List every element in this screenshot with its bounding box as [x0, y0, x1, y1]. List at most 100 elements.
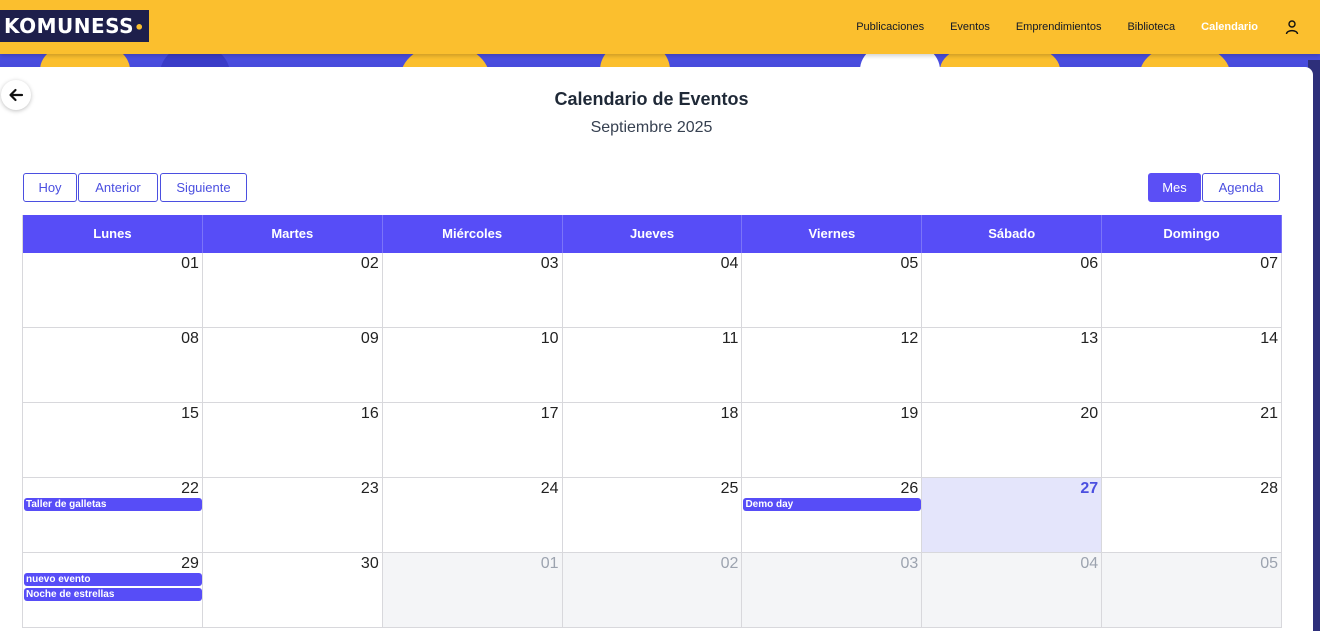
day-number[interactable]: 03 — [901, 555, 919, 573]
nav-eventos[interactable]: Eventos — [950, 21, 990, 33]
calendar-day[interactable]: 15 — [23, 403, 203, 477]
calendar-day[interactable]: 24 — [382, 478, 563, 552]
user-icon[interactable] — [1284, 19, 1300, 35]
calendar-week: 22 Taller de galletas 23 24 25 26 Demo day 27 28 — [23, 478, 1283, 553]
day-number[interactable]: 26 — [901, 480, 919, 498]
day-number[interactable]: 28 — [1260, 480, 1278, 498]
day-number[interactable]: 03 — [541, 255, 559, 273]
day-number[interactable]: 21 — [1260, 405, 1278, 423]
calendar-week: 08 09 10 11 12 13 14 — [23, 328, 1283, 403]
month-calendar: Lunes Martes Miércoles Jueves Viernes Sá… — [22, 215, 1283, 628]
nav-calendario[interactable]: Calendario — [1201, 21, 1258, 33]
calendar-day[interactable]: 20 — [922, 403, 1103, 477]
day-number[interactable]: 14 — [1260, 330, 1278, 348]
day-number[interactable]: 18 — [721, 405, 739, 423]
calendar-day[interactable]: 01 — [23, 253, 203, 327]
komuness-logo[interactable]: KOMUNESS• — [0, 10, 149, 42]
weekday-label: Lunes — [23, 215, 203, 253]
agenda-view-button[interactable]: Agenda — [1202, 173, 1280, 202]
day-number[interactable]: 07 — [1260, 255, 1278, 273]
calendar-day[interactable]: 03 — [742, 553, 923, 627]
top-header: KOMUNESS• Publicaciones Eventos Emprendi… — [0, 0, 1320, 54]
day-number[interactable]: 25 — [721, 480, 739, 498]
day-number[interactable]: 05 — [1260, 555, 1278, 573]
day-number[interactable]: 10 — [541, 330, 559, 348]
calendar-day[interactable]: 19 — [742, 403, 923, 477]
previous-button[interactable]: Anterior — [78, 173, 158, 202]
nav-biblioteca[interactable]: Biblioteca — [1127, 21, 1175, 33]
page-title: Calendario de Eventos — [554, 89, 749, 109]
calendar-day[interactable]: 12 — [742, 328, 923, 402]
calendar-day[interactable]: 05 — [742, 253, 923, 327]
calendar-day[interactable]: 22 Taller de galletas — [23, 478, 203, 552]
day-number[interactable]: 08 — [181, 330, 199, 348]
day-number[interactable]: 01 — [181, 255, 199, 273]
day-number[interactable]: 30 — [361, 555, 379, 573]
calendar-day[interactable]: 26 Demo day — [742, 478, 923, 552]
calendar-day[interactable]: 17 — [382, 403, 563, 477]
next-button[interactable]: Siguiente — [160, 173, 247, 202]
day-number[interactable]: 12 — [901, 330, 919, 348]
calendar-day[interactable]: 06 — [922, 253, 1103, 327]
day-number[interactable]: 04 — [721, 255, 739, 273]
calendar-week: 15 16 17 18 19 20 21 — [23, 403, 1283, 478]
day-number[interactable]: 04 — [1080, 555, 1098, 573]
calendar-day[interactable]: 23 — [202, 478, 383, 552]
calendar-day[interactable]: 02 — [202, 253, 383, 327]
day-number[interactable]: 23 — [361, 480, 379, 498]
day-number[interactable]: 01 — [541, 555, 559, 573]
day-number[interactable]: 16 — [361, 405, 379, 423]
nav-publicaciones[interactable]: Publicaciones — [856, 21, 924, 33]
calendar-day[interactable]: 01 — [382, 553, 563, 627]
day-number[interactable]: 02 — [721, 555, 739, 573]
calendar-day-today[interactable]: 27 — [922, 478, 1103, 552]
calendar-day[interactable]: 04 — [922, 553, 1103, 627]
day-number[interactable]: 02 — [361, 255, 379, 273]
calendar-day[interactable]: 30 — [202, 553, 383, 627]
calendar-day[interactable]: 29 nuevo evento Noche de estrellas — [23, 553, 203, 627]
calendar-day[interactable]: 18 — [562, 403, 743, 477]
calendar-day[interactable]: 16 — [202, 403, 383, 477]
calendar-day[interactable]: 02 — [562, 553, 743, 627]
calendar-day[interactable]: 14 — [1102, 328, 1283, 402]
day-number[interactable]: 09 — [361, 330, 379, 348]
calendar-day[interactable]: 07 — [1102, 253, 1283, 327]
weekday-header: Lunes Martes Miércoles Jueves Viernes Sá… — [23, 215, 1283, 253]
calendar-day[interactable]: 09 — [202, 328, 383, 402]
calendar-day[interactable]: 11 — [562, 328, 743, 402]
calendar-day[interactable]: 08 — [23, 328, 203, 402]
day-number[interactable]: 17 — [541, 405, 559, 423]
weekday-label: Domingo — [1102, 215, 1283, 253]
calendar-day[interactable]: 05 — [1102, 553, 1283, 627]
day-number[interactable]: 27 — [1080, 480, 1098, 498]
day-number[interactable]: 19 — [901, 405, 919, 423]
calendar-day[interactable]: 21 — [1102, 403, 1283, 477]
day-number[interactable]: 24 — [541, 480, 559, 498]
day-number[interactable]: 15 — [181, 405, 199, 423]
calendar-day[interactable]: 03 — [382, 253, 563, 327]
main-nav: Publicaciones Eventos Emprendimientos Bi… — [830, 0, 1300, 54]
day-number[interactable]: 29 — [181, 555, 199, 573]
month-view-button[interactable]: Mes — [1148, 173, 1201, 202]
calendar-day[interactable]: 25 — [562, 478, 743, 552]
day-number[interactable]: 13 — [1080, 330, 1098, 348]
weekday-label: Sábado — [922, 215, 1103, 253]
day-number[interactable]: 20 — [1080, 405, 1098, 423]
calendar-day[interactable]: 28 — [1102, 478, 1283, 552]
calendar-day[interactable]: 10 — [382, 328, 563, 402]
calendar-day[interactable]: 13 — [922, 328, 1103, 402]
day-number[interactable]: 22 — [181, 480, 199, 498]
calendar-weeks: 01 02 03 04 05 06 07 08 09 10 11 12 13 14 15 16 17 18 19 20… — [23, 253, 1283, 628]
day-number[interactable]: 11 — [722, 330, 739, 348]
day-number[interactable]: 05 — [901, 255, 919, 273]
nav-emprendimientos[interactable]: Emprendimientos — [1016, 21, 1102, 33]
day-number[interactable]: 06 — [1080, 255, 1098, 273]
calendar-event[interactable]: Demo day — [743, 498, 922, 511]
calendar-day[interactable]: 04 — [562, 253, 743, 327]
weekday-label: Martes — [203, 215, 383, 253]
today-button[interactable]: Hoy — [23, 173, 77, 202]
calendar-event[interactable]: Noche de estrellas — [24, 588, 202, 601]
calendar-card: Calendario de Eventos Septiembre 2025 Ho… — [0, 67, 1313, 631]
calendar-event[interactable]: Taller de galletas — [24, 498, 202, 511]
calendar-event[interactable]: nuevo evento — [24, 573, 202, 586]
